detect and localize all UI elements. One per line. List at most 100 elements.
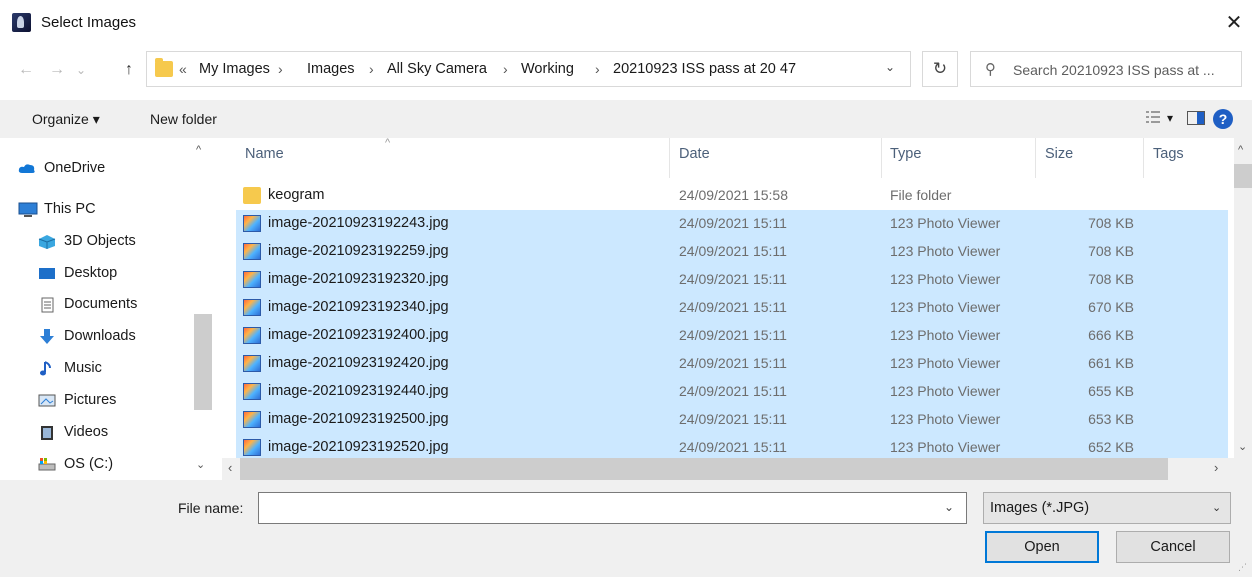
file-size: 708 KB — [1088, 243, 1134, 259]
file-date: 24/09/2021 15:11 — [679, 215, 787, 231]
open-button[interactable]: Open — [985, 531, 1099, 563]
sidebar-item-desktop[interactable]: Desktop — [38, 259, 117, 287]
sidebar-item-label: Documents — [64, 296, 138, 312]
pictures-icon — [38, 393, 56, 408]
column-divider[interactable] — [1035, 138, 1036, 178]
file-name: image-20210923192440.jpg — [268, 383, 449, 399]
chevron-right-icon: › — [595, 61, 600, 77]
scroll-right-icon[interactable]: › — [1214, 460, 1218, 475]
view-dropdown-icon[interactable]: ▾ — [1167, 111, 1173, 125]
file-row[interactable]: image-20210923192320.jpg 24/09/2021 15:1… — [236, 266, 1228, 294]
file-row[interactable]: image-20210923192500.jpg 24/09/2021 15:1… — [236, 406, 1228, 434]
sidebar-item-os-c[interactable]: OS (C:) — [38, 450, 113, 478]
breadcrumb-all-sky-camera[interactable]: All Sky Camera — [387, 61, 487, 77]
chevron-down-icon[interactable]: ⌄ — [944, 500, 954, 514]
refresh-button[interactable]: ↻ — [922, 51, 958, 87]
image-file-icon — [243, 271, 261, 288]
file-row[interactable]: image-20210923192420.jpg 24/09/2021 15:1… — [236, 350, 1228, 378]
breadcrumb-overflow[interactable]: « — [179, 61, 187, 77]
file-date: 24/09/2021 15:11 — [679, 327, 787, 343]
back-button[interactable]: ← — [14, 58, 38, 82]
file-list-scroll-thumb[interactable] — [1234, 164, 1252, 188]
search-icon: ⚲ — [985, 61, 996, 78]
cancel-button[interactable]: Cancel — [1116, 531, 1230, 563]
sidebar-item-onedrive[interactable]: OneDrive — [18, 154, 105, 182]
column-header-tags[interactable]: Tags — [1153, 146, 1184, 162]
image-file-icon — [243, 299, 261, 316]
address-bar[interactable]: « My Images › Images › All Sky Camera › … — [146, 51, 911, 87]
file-date: 24/09/2021 15:11 — [679, 383, 787, 399]
image-file-icon — [243, 327, 261, 344]
file-row[interactable]: image-20210923192440.jpg 24/09/2021 15:1… — [236, 378, 1228, 406]
search-box[interactable]: ⚲ Search 20210923 ISS pass at ... — [970, 51, 1242, 87]
preview-pane-icon[interactable] — [1187, 111, 1205, 125]
download-icon — [38, 328, 56, 344]
breadcrumb-my-images[interactable]: My Images — [199, 61, 270, 77]
file-type-filter[interactable]: Images (*.JPG) ⌄ — [983, 492, 1231, 524]
navigation-pane-scrollbar[interactable] — [194, 138, 212, 476]
scroll-left-icon[interactable]: ‹ — [228, 460, 232, 475]
scroll-down-icon[interactable]: ⌄ — [1238, 440, 1247, 453]
music-icon — [38, 360, 56, 376]
up-folder-button[interactable]: ↑ — [118, 58, 140, 82]
column-header-date[interactable]: Date — [679, 146, 710, 162]
recent-locations-icon[interactable]: ⌄ — [73, 58, 89, 82]
new-folder-button[interactable]: New folder — [150, 111, 217, 127]
column-header-size[interactable]: Size — [1045, 146, 1073, 162]
file-size: 661 KB — [1088, 355, 1134, 371]
sidebar-item-documents[interactable]: Documents — [38, 290, 137, 318]
breadcrumb-working[interactable]: Working — [521, 61, 574, 77]
breadcrumb-current-folder[interactable]: 20210923 ISS pass at 20 47 — [613, 61, 796, 77]
file-row[interactable]: image-20210923192259.jpg 24/09/2021 15:1… — [236, 238, 1228, 266]
breadcrumb-images[interactable]: Images — [307, 61, 355, 77]
file-type: 123 Photo Viewer — [890, 243, 1001, 259]
sidebar-item-pictures[interactable]: Pictures — [38, 386, 116, 414]
scroll-up-icon[interactable]: ^ — [196, 144, 201, 156]
file-date: 24/09/2021 15:11 — [679, 299, 787, 315]
file-type: 123 Photo Viewer — [890, 271, 1001, 287]
column-header-name[interactable]: Name — [245, 146, 284, 162]
title-bar: Select Images ✕ — [0, 0, 1252, 46]
file-row[interactable]: image-20210923192400.jpg 24/09/2021 15:1… — [236, 322, 1228, 350]
horizontal-scroll-thumb[interactable] — [240, 458, 1168, 480]
document-icon — [38, 297, 56, 312]
file-name-label: File name: — [178, 500, 244, 516]
video-icon — [38, 425, 56, 440]
scroll-up-icon[interactable]: ^ — [1238, 144, 1243, 156]
resize-grip-icon[interactable]: ⋰ — [1238, 562, 1247, 573]
forward-button[interactable]: → — [45, 58, 69, 82]
navigation-pane-scroll-thumb[interactable] — [194, 314, 212, 410]
sidebar-item-label: Downloads — [64, 328, 136, 344]
sidebar-item-downloads[interactable]: Downloads — [38, 322, 136, 350]
column-divider[interactable] — [881, 138, 882, 178]
view-options-icon[interactable] — [1146, 110, 1160, 124]
file-size: 652 KB — [1088, 439, 1134, 455]
file-row[interactable]: keogram 24/09/2021 15:58 File folder — [236, 182, 1228, 210]
file-size: 655 KB — [1088, 383, 1134, 399]
column-divider[interactable] — [669, 138, 670, 178]
file-row[interactable]: image-20210923192340.jpg 24/09/2021 15:1… — [236, 294, 1228, 322]
chevron-right-icon: › — [278, 61, 283, 77]
sidebar-item-this-pc[interactable]: This PC — [18, 195, 96, 223]
file-size: 670 KB — [1088, 299, 1134, 315]
navigation-pane: OneDrive This PC 3D Objects Desktop Docu… — [0, 138, 222, 476]
file-row[interactable]: image-20210923192243.jpg 24/09/2021 15:1… — [236, 210, 1228, 238]
sidebar-item-3d-objects[interactable]: 3D Objects — [38, 227, 136, 255]
file-name-input[interactable] — [258, 492, 967, 524]
sidebar-item-label: OneDrive — [44, 160, 106, 176]
file-date: 24/09/2021 15:58 — [679, 187, 788, 203]
chevron-down-icon[interactable]: ⌄ — [885, 60, 895, 74]
close-icon[interactable]: ✕ — [1222, 9, 1246, 37]
search-placeholder: Search 20210923 ISS pass at ... — [1013, 62, 1215, 78]
file-size: 708 KB — [1088, 271, 1134, 287]
scroll-down-icon[interactable]: ⌄ — [196, 458, 205, 471]
sidebar-item-videos[interactable]: Videos — [38, 418, 108, 446]
sidebar-item-label: This PC — [44, 201, 96, 217]
column-divider[interactable] — [1143, 138, 1144, 178]
chevron-down-icon: ⌄ — [1212, 502, 1222, 514]
help-icon[interactable]: ? — [1213, 109, 1233, 129]
organize-button[interactable]: Organize ▾ — [32, 111, 100, 128]
sidebar-item-music[interactable]: Music — [38, 354, 102, 382]
cube-icon — [38, 234, 56, 249]
column-header-type[interactable]: Type — [890, 146, 921, 162]
